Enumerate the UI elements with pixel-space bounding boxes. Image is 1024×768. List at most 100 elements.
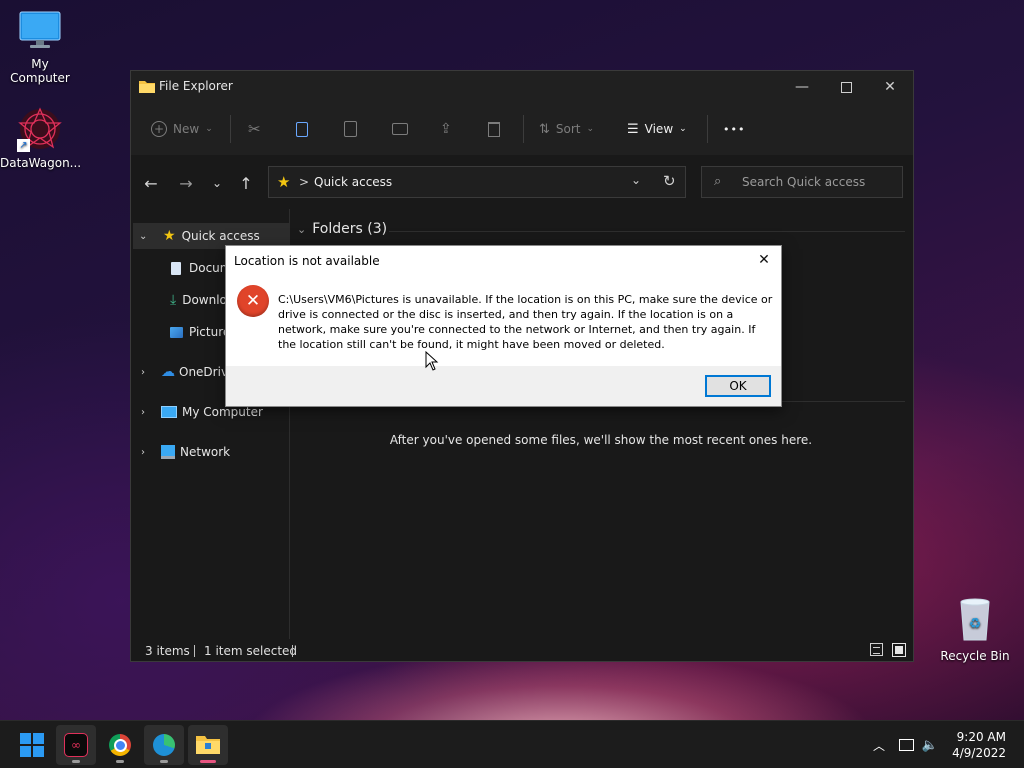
- running-indicator: [116, 760, 124, 763]
- sort-button-label: Sort: [555, 122, 581, 136]
- search-input[interactable]: Search Quick access: [742, 175, 865, 189]
- sidebar-item-network[interactable]: › Network: [131, 439, 287, 465]
- minimize-icon: —: [795, 79, 809, 95]
- folder-icon: [139, 79, 155, 96]
- share-button[interactable]: ⇪: [440, 115, 452, 143]
- taskbar-app-chrome[interactable]: [100, 725, 140, 765]
- clock-time: 9:20 AM: [956, 730, 1006, 744]
- details-view-icon: [873, 647, 880, 654]
- navigation-bar: ← → ⌄ ↑ ★ > Quick access ⌄ ↻ ⌕ Search Qu…: [131, 155, 913, 209]
- toolbar-separator: [707, 115, 708, 143]
- close-icon: ✕: [884, 79, 896, 95]
- chevron-down-icon: ⌄: [586, 124, 595, 134]
- plus-circle-icon: +: [151, 121, 167, 137]
- status-bar: 3 items 1 item selected: [131, 639, 913, 663]
- recent-locations-button[interactable]: ⌄: [203, 169, 231, 197]
- datawagon-app-icon: ↗: [17, 106, 63, 152]
- arrow-right-icon: →: [179, 173, 193, 193]
- delete-button[interactable]: [488, 115, 500, 143]
- svg-text:♻: ♻: [969, 616, 982, 632]
- mouse-cursor: [425, 350, 439, 374]
- running-indicator: [160, 760, 168, 763]
- details-view-toggle[interactable]: [870, 643, 883, 656]
- folders-section-header[interactable]: ⌄ Folders (3): [297, 221, 387, 237]
- new-button-label: New: [173, 122, 200, 136]
- item-count: 3 items: [145, 644, 190, 658]
- folders-header-label: Folders (3): [312, 221, 388, 237]
- view-button-label: View: [644, 122, 674, 136]
- more-icon: •••: [723, 122, 746, 136]
- view-button[interactable]: ☰ View ⌄: [627, 115, 687, 143]
- large-icons-view-toggle[interactable]: [892, 643, 906, 657]
- show-hidden-icons-button[interactable]: ︿: [869, 735, 889, 755]
- chrome-icon: [109, 734, 131, 756]
- ok-button[interactable]: OK: [705, 375, 771, 397]
- sort-button[interactable]: ⇅ Sort ⌄: [539, 115, 594, 143]
- more-options-button[interactable]: •••: [723, 115, 745, 143]
- up-button[interactable]: ↑: [232, 169, 260, 197]
- share-icon: ⇪: [440, 121, 452, 137]
- breadcrumb-separator: >: [299, 175, 310, 189]
- desktop-icon-label: DataWagon...: [0, 156, 82, 170]
- title-bar[interactable]: File Explorer — ✕: [131, 71, 913, 103]
- close-button[interactable]: ✕: [867, 71, 913, 103]
- cloud-icon: ☁: [161, 364, 175, 380]
- toolbar-separator: [523, 115, 524, 143]
- sidebar-item-label: Network: [180, 445, 231, 459]
- dialog-content-area: Location is not available ✕ ✕ C:\Users\V…: [226, 246, 781, 366]
- copy-button[interactable]: [296, 115, 308, 143]
- window-title: File Explorer: [159, 79, 233, 93]
- rename-icon: [392, 123, 408, 135]
- arrow-up-icon: ↑: [239, 173, 253, 193]
- scissors-icon: ✂: [248, 120, 261, 138]
- status-divider: [292, 645, 293, 657]
- view-list-icon: ☰: [627, 121, 639, 137]
- sidebar-item-label: My Computer: [182, 405, 263, 419]
- search-icon: ⌕: [714, 174, 722, 189]
- creative-cloud-icon: ∞: [64, 733, 88, 757]
- network-status-button[interactable]: [896, 735, 916, 755]
- star-icon: ★: [163, 228, 176, 244]
- dialog-title: Location is not available: [234, 254, 380, 268]
- desktop-icon-my-computer[interactable]: My Computer: [0, 10, 80, 85]
- recycle-bin-icon: ♻: [935, 596, 1015, 645]
- chevron-up-icon: ︿: [872, 738, 885, 753]
- taskbar-app-file-explorer[interactable]: [188, 725, 228, 765]
- minimize-button[interactable]: —: [779, 71, 825, 103]
- status-divider: [194, 645, 195, 657]
- dialog-close-button[interactable]: ✕: [753, 250, 775, 270]
- rename-button[interactable]: [392, 115, 408, 143]
- refresh-icon[interactable]: ↻: [663, 172, 676, 190]
- sort-icon: ⇅: [539, 121, 550, 137]
- taskbar-app-creative-cloud[interactable]: ∞: [56, 725, 96, 765]
- monitor-icon: [0, 10, 80, 53]
- start-button[interactable]: [12, 725, 52, 765]
- system-clock[interactable]: 9:20 AM 4/9/2022: [952, 729, 1006, 761]
- edge-icon: [153, 734, 175, 756]
- trash-icon: [488, 121, 500, 137]
- command-bar: + New ⌄ ✂ ⇪ ⇅ Sort ⌄ ☰ View ⌄ •••: [131, 103, 913, 156]
- pictures-icon: [170, 326, 183, 338]
- address-history-chevron-icon[interactable]: ⌄: [631, 173, 641, 187]
- maximize-button[interactable]: [823, 71, 869, 103]
- taskbar-app-edge[interactable]: [144, 725, 184, 765]
- search-box[interactable]: ⌕ Search Quick access: [701, 166, 903, 198]
- back-button[interactable]: ←: [137, 169, 165, 197]
- location-unavailable-dialog: Location is not available ✕ ✕ C:\Users\V…: [225, 245, 782, 407]
- desktop-icon-datawagon[interactable]: ↗ DataWagon...: [0, 106, 82, 170]
- chevron-down-icon: ⌄: [679, 124, 687, 134]
- download-icon: ⤓: [170, 292, 177, 308]
- running-indicator: [72, 760, 80, 763]
- clock-date: 4/9/2022: [952, 746, 1006, 760]
- volume-button[interactable]: 🔈: [920, 735, 940, 755]
- cut-button[interactable]: ✂: [248, 115, 261, 143]
- new-button[interactable]: + New ⌄: [151, 115, 213, 143]
- paste-button[interactable]: [344, 115, 357, 143]
- chevron-right-icon: ›: [141, 446, 145, 458]
- address-bar[interactable]: ★ > Quick access ⌄ ↻: [268, 166, 686, 198]
- breadcrumb-quick-access[interactable]: Quick access: [314, 175, 392, 189]
- forward-button[interactable]: →: [172, 169, 200, 197]
- star-icon: ★: [277, 173, 291, 191]
- document-icon: [171, 261, 181, 275]
- desktop-icon-recycle-bin[interactable]: ♻ Recycle Bin: [935, 596, 1015, 663]
